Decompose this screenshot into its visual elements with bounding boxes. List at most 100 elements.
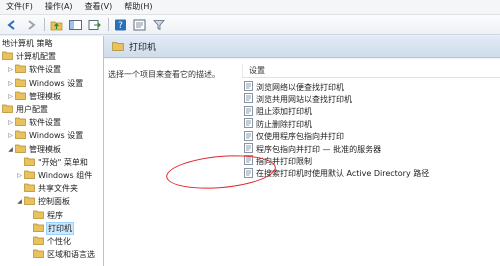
help-icon[interactable]: ? <box>113 17 128 32</box>
setting-label: 程序包指向并打印 — 批准的服务器 <box>256 144 382 154</box>
folder-icon <box>15 130 26 141</box>
folder-icon <box>24 170 35 181</box>
expand-arrow-icon[interactable]: ▷ <box>7 80 14 87</box>
pane-header: 打印机 <box>104 36 500 58</box>
tree-item[interactable]: ▷ Windows 设置 <box>7 77 83 90</box>
expand-arrow-icon[interactable]: ◢ <box>0 106 1 113</box>
tree-item-label: 打印机 <box>46 221 74 235</box>
tree-item[interactable]: ▷ 软件设置 <box>7 116 61 129</box>
tree-item-label: 软件设置 <box>29 65 61 75</box>
setting-label: 浏览共用网站以查找打印机 <box>256 94 352 104</box>
folder-icon <box>15 117 26 128</box>
policy-setting-icon <box>244 118 253 130</box>
tree-item-label: 管理模板 <box>29 144 61 154</box>
setting-label: 浏览网络以便查找打印机 <box>256 82 344 92</box>
filter-icon[interactable] <box>151 17 166 32</box>
expand-arrow-icon[interactable]: ◢ <box>16 198 23 205</box>
svg-text:?: ? <box>118 21 123 31</box>
setting-row[interactable]: 浏览共用网站以查找打印机 <box>244 93 352 105</box>
expand-arrow-icon[interactable]: ▷ <box>7 66 14 73</box>
menu-help[interactable]: 帮助(H) <box>118 0 158 14</box>
menu-bar: 文件(F) 操作(A) 查看(V) 帮助(H) <box>0 0 500 15</box>
folder-icon <box>24 157 35 168</box>
setting-row[interactable]: 浏览网络以便查找打印机 <box>244 81 344 93</box>
tree-item[interactable]: 个性化 <box>25 235 71 248</box>
tree-item-label: Windows 组件 <box>38 171 93 180</box>
forward-arrow-icon[interactable] <box>23 17 38 32</box>
folder-icon <box>2 51 13 62</box>
expand-arrow-icon[interactable]: ▷ <box>16 172 23 179</box>
setting-row[interactable]: 仅使用程序包指向并打印 <box>244 130 344 143</box>
tree-item[interactable]: "开始" 菜单和 <box>16 156 88 169</box>
tree-item[interactable]: 共享文件夹 <box>16 182 78 195</box>
tree-item[interactable]: ▷ 软件设置 <box>7 63 61 76</box>
menu-action[interactable]: 操作(A) <box>39 0 79 14</box>
column-header-settings[interactable]: 设置 <box>242 64 500 78</box>
tree-item-label: 共享文件夹 <box>38 184 78 194</box>
expand-arrow-icon[interactable]: ◢ <box>7 146 14 153</box>
tree-item-label: 管理模板 <box>29 91 61 101</box>
setting-row[interactable]: 阻止添加打印机 <box>244 105 312 118</box>
folder-icon <box>24 196 35 207</box>
folder-icon <box>24 183 35 194</box>
folder-icon <box>15 64 26 75</box>
tree-item-label: Windows 设置 <box>29 131 84 141</box>
setting-label: 防止删除打印机 <box>256 119 312 129</box>
properties-icon[interactable] <box>132 17 147 32</box>
folder-icon <box>15 78 26 89</box>
export-icon[interactable] <box>87 17 102 32</box>
up-folder-icon[interactable] <box>49 17 64 32</box>
tree-item-label: 程序 <box>47 210 63 220</box>
folder-icon <box>112 41 124 53</box>
toolbar-separator <box>108 18 109 31</box>
folder-icon <box>33 249 44 260</box>
tree-item[interactable]: ◢ 控制面板 <box>16 195 70 208</box>
tree-item-label: 软件设置 <box>29 118 61 128</box>
setting-label: 在搜索打印机时使用默认 Active Directory 路径 <box>256 169 430 179</box>
pane-title: 打印机 <box>129 43 157 53</box>
expand-arrow-icon[interactable]: ▷ <box>7 119 14 126</box>
show-hide-tree-icon[interactable] <box>68 17 83 32</box>
setting-row[interactable]: 程序包指向并打印 — 批准的服务器 <box>244 143 381 155</box>
tree-item[interactable]: ◢ 用户配置 <box>0 103 48 116</box>
policy-setting-icon <box>244 81 253 93</box>
policy-setting-icon <box>244 105 253 118</box>
tree-item[interactable]: 程序 <box>25 209 63 222</box>
expand-arrow-icon[interactable]: ▷ <box>7 132 14 139</box>
tree-item[interactable]: 打印机 <box>25 221 74 235</box>
back-arrow-icon[interactable] <box>4 17 19 32</box>
tree-item-label: 计算机配置 <box>16 52 56 62</box>
setting-label: 仅使用程序包指向并打印 <box>256 132 344 142</box>
policy-setting-icon <box>244 93 253 105</box>
tree-item[interactable]: ◢ 计算机配置 <box>0 50 56 63</box>
tree-item[interactable]: ▷ 管理模板 <box>7 90 61 103</box>
folder-icon <box>15 91 26 102</box>
toolbar: ? <box>0 15 500 35</box>
policy-setting-icon <box>244 143 253 155</box>
menu-file[interactable]: 文件(F) <box>0 0 39 14</box>
policy-setting-icon <box>244 130 253 143</box>
column-header-label: 设置 <box>249 66 265 75</box>
expand-arrow-icon[interactable]: ◢ <box>0 53 1 60</box>
setting-row[interactable]: 防止删除打印机 <box>244 118 312 130</box>
tree-item[interactable]: 区域和语言选 <box>25 248 95 261</box>
expand-arrow-icon[interactable]: ▷ <box>7 93 14 100</box>
tree-item[interactable]: ▷ Windows 设置 <box>7 129 83 142</box>
menu-view[interactable]: 查看(V) <box>79 0 119 14</box>
tree-item[interactable]: 地计算机 策略 <box>0 37 53 50</box>
toolbar-separator <box>44 18 45 31</box>
tree-item[interactable]: ◢ 管理模板 <box>7 143 61 156</box>
folder-icon <box>33 223 44 234</box>
tree-item-label: 区域和语言选 <box>47 250 95 260</box>
folder-icon <box>33 210 44 221</box>
tree-item[interactable]: ▷ Windows 组件 <box>16 169 92 182</box>
setting-label: 阻止添加打印机 <box>256 107 312 117</box>
folder-icon <box>2 104 13 115</box>
tree-item-label: 用户配置 <box>16 105 48 114</box>
tree-item-label: 地计算机 策略 <box>2 39 53 48</box>
description-text: 选择一个项目来查看它的描述。 <box>108 70 220 79</box>
folder-icon <box>15 144 26 155</box>
tree-item-label: 个性化 <box>47 237 71 246</box>
navigation-tree[interactable]: 地计算机 策略◢计算机配置▷软件设置▷Windows 设置▷管理模板◢用户配置▷… <box>0 36 104 266</box>
folder-icon <box>33 236 44 247</box>
